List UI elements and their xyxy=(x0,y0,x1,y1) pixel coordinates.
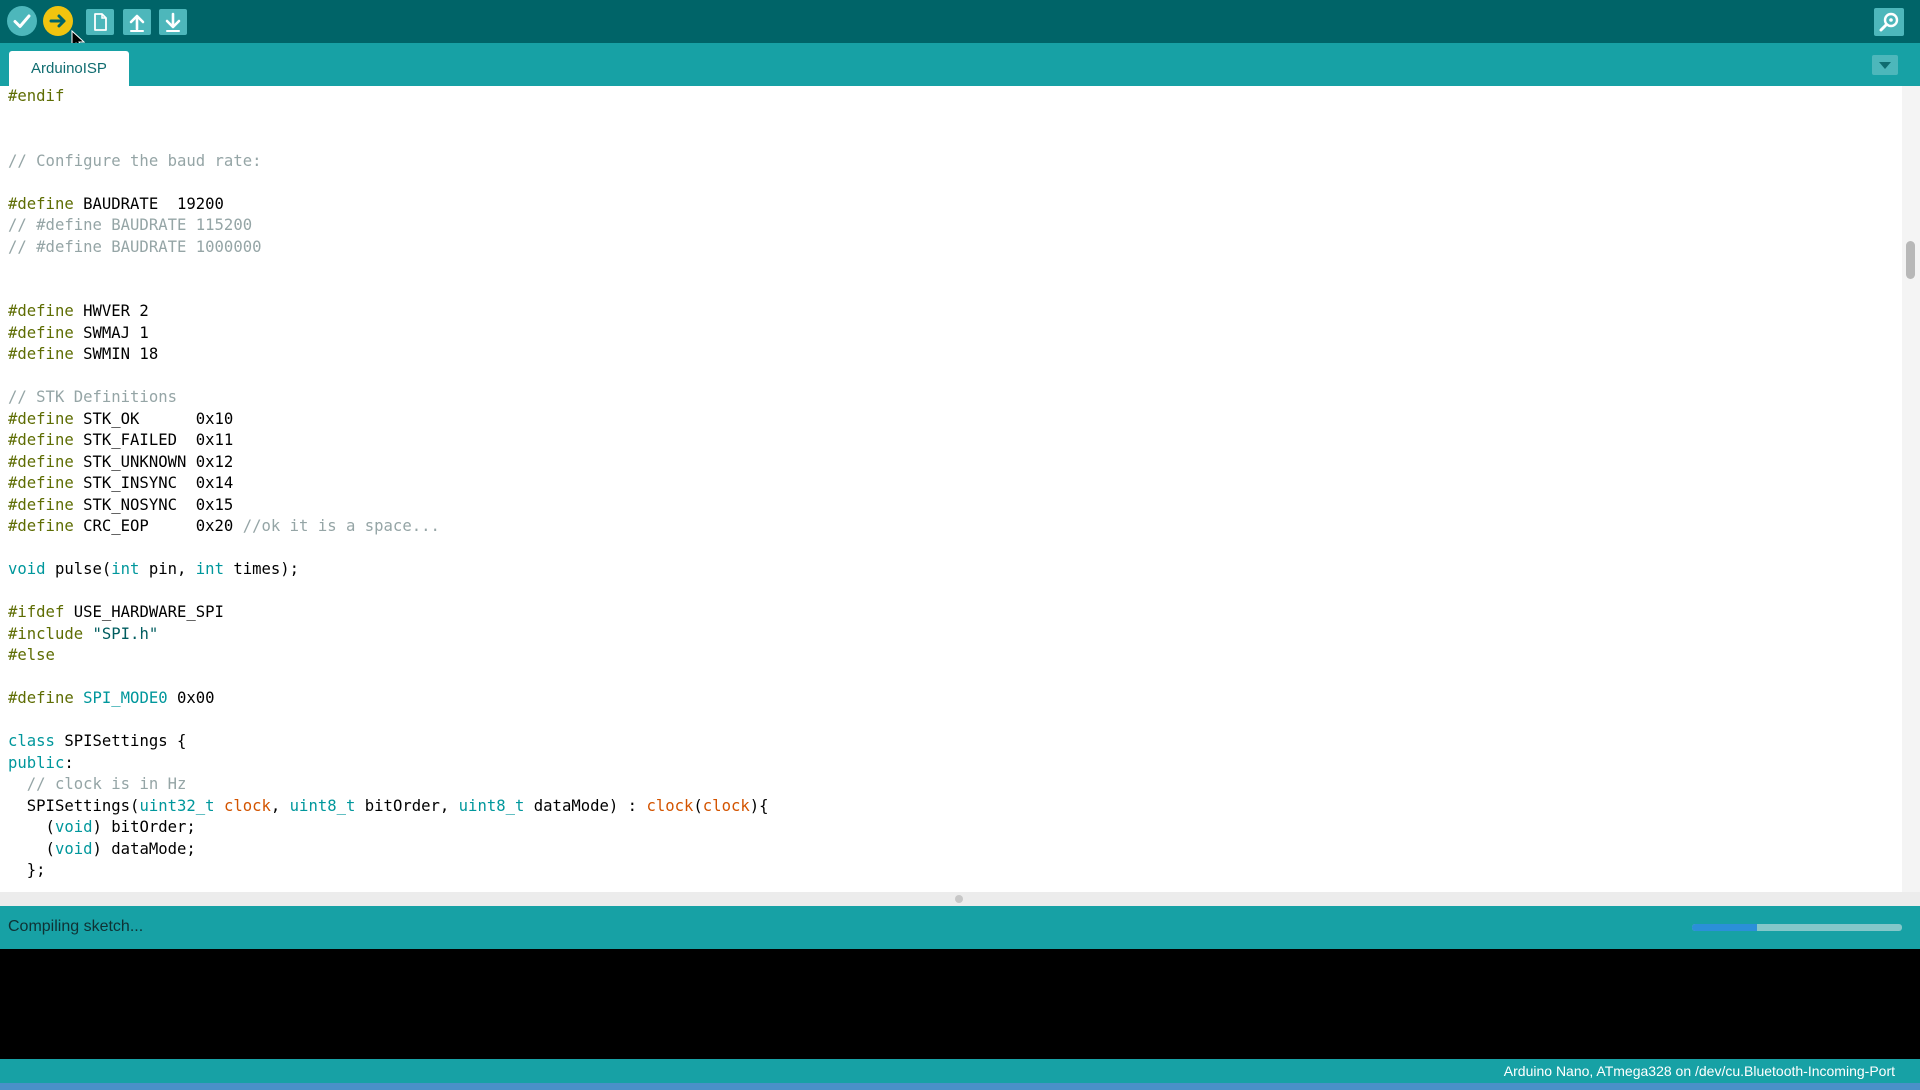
magnifier-icon xyxy=(1879,12,1899,32)
code-line[interactable]: #define SWMIN 18 xyxy=(8,344,769,366)
code-line[interactable]: ​ xyxy=(8,129,769,151)
code-line[interactable]: #define HWVER 2 xyxy=(8,301,769,323)
code-line[interactable]: #define STK_FAILED 0x11 xyxy=(8,430,769,452)
document-icon xyxy=(94,13,107,31)
board-info: Arduino Nano, ATmega328 on /dev/cu.Bluet… xyxy=(1503,1063,1895,1079)
progress-fill xyxy=(1692,924,1758,931)
open-button[interactable] xyxy=(123,9,151,35)
code-line[interactable]: ​ xyxy=(8,108,769,130)
code-line[interactable]: SPISettings(uint32_t clock, uint8_t bitO… xyxy=(8,796,769,818)
vertical-scrollbar[interactable] xyxy=(1902,86,1920,892)
chevron-down-icon xyxy=(1879,62,1891,69)
footer-bar: Arduino Nano, ATmega328 on /dev/cu.Bluet… xyxy=(0,1059,1920,1083)
serial-monitor-button[interactable] xyxy=(1874,8,1904,36)
code-line[interactable]: ​ xyxy=(8,366,769,388)
code-line[interactable]: ​ xyxy=(8,581,769,603)
toolbar xyxy=(0,0,1920,51)
verify-button[interactable] xyxy=(7,6,37,36)
arrow-right-icon xyxy=(49,14,66,28)
code-line[interactable]: ​ xyxy=(8,280,769,302)
code-line[interactable]: #define STK_UNKNOWN 0x12 xyxy=(8,452,769,474)
arrow-down-icon xyxy=(165,12,181,32)
code-line[interactable]: #define SWMAJ 1 xyxy=(8,323,769,345)
checkmark-icon xyxy=(13,14,31,28)
new-button[interactable] xyxy=(86,9,114,35)
pane-divider[interactable] xyxy=(0,892,1920,906)
code-line[interactable]: #define CRC_EOP 0x20 //ok it is a space.… xyxy=(8,516,769,538)
console-output[interactable] xyxy=(0,949,1920,1059)
save-button[interactable] xyxy=(159,9,187,35)
code-line[interactable]: class SPISettings { xyxy=(8,731,769,753)
code-line[interactable]: // clock is in Hz xyxy=(8,774,769,796)
code-line[interactable]: // #define BAUDRATE 1000000 xyxy=(8,237,769,259)
code-line[interactable]: ​ xyxy=(8,258,769,280)
code-line[interactable]: (void) dataMode; xyxy=(8,839,769,861)
code-editor[interactable]: #endif​​// Configure the baud rate:​#def… xyxy=(0,86,1900,892)
tab-menu-button[interactable] xyxy=(1872,55,1898,75)
code-line[interactable]: // Configure the baud rate: xyxy=(8,151,769,173)
code-line[interactable]: }; xyxy=(8,860,769,882)
code-line[interactable]: #define BAUDRATE 19200 xyxy=(8,194,769,216)
code-line[interactable]: (void) bitOrder; xyxy=(8,817,769,839)
code-line[interactable]: ​ xyxy=(8,172,769,194)
code-line[interactable]: #ifdef USE_HARDWARE_SPI xyxy=(8,602,769,624)
code-line[interactable]: ​ xyxy=(8,710,769,732)
code-line[interactable]: public: xyxy=(8,753,769,775)
window-bottom-edge xyxy=(0,1083,1920,1090)
status-message: Compiling sketch... xyxy=(8,918,144,935)
code-line[interactable]: // STK Definitions xyxy=(8,387,769,409)
code-line[interactable]: #define STK_OK 0x10 xyxy=(8,409,769,431)
progress-bar xyxy=(1692,924,1902,931)
tab-bar: ArduinoISP xyxy=(0,43,1920,86)
divider-handle[interactable] xyxy=(955,895,963,903)
upload-button[interactable] xyxy=(43,6,73,36)
code-line[interactable]: ​ xyxy=(8,667,769,689)
code-line[interactable]: ​ xyxy=(8,538,769,560)
status-bar: Compiling sketch... xyxy=(0,906,1920,949)
code-line[interactable]: #define STK_INSYNC 0x14 xyxy=(8,473,769,495)
code-line[interactable]: #endif xyxy=(8,86,769,108)
code-line[interactable]: #include "SPI.h" xyxy=(8,624,769,646)
code-line[interactable]: #define SPI_MODE0 0x00 xyxy=(8,688,769,710)
scrollbar-thumb[interactable] xyxy=(1906,241,1915,279)
code-line[interactable]: #define STK_NOSYNC 0x15 xyxy=(8,495,769,517)
code-area[interactable]: #endif​​// Configure the baud rate:​#def… xyxy=(8,86,769,882)
code-line[interactable]: #else xyxy=(8,645,769,667)
code-line[interactable]: void pulse(int pin, int times); xyxy=(8,559,769,581)
tab-arduinoisp[interactable]: ArduinoISP xyxy=(9,51,129,86)
code-line[interactable]: // #define BAUDRATE 115200 xyxy=(8,215,769,237)
arrow-up-icon xyxy=(129,14,145,32)
